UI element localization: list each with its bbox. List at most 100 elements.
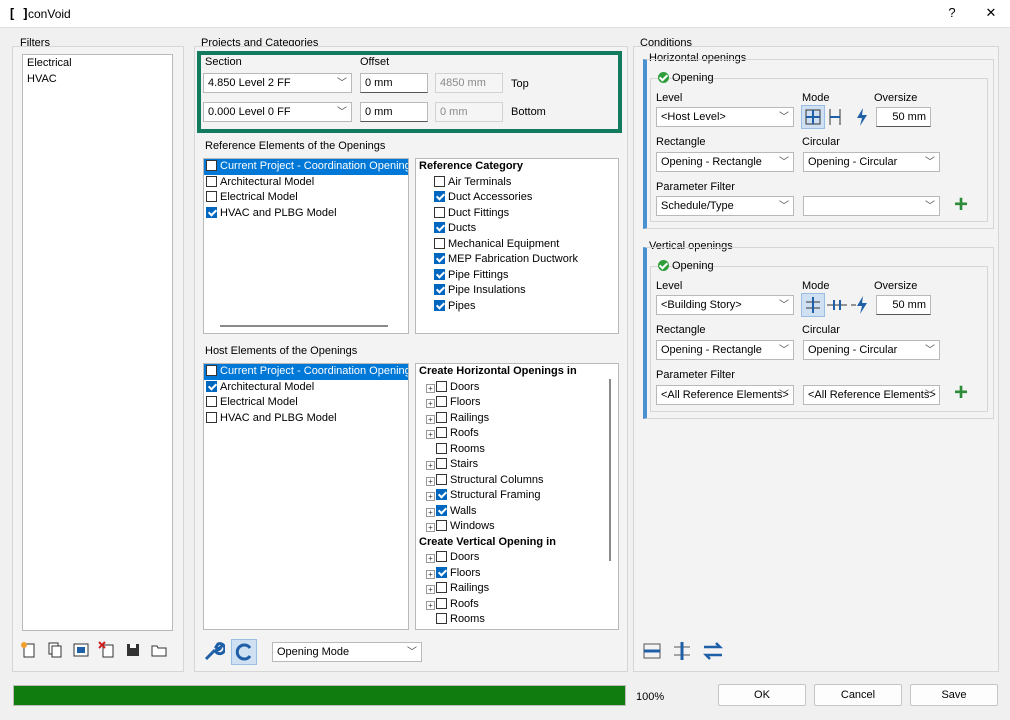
expand-icon[interactable]: +	[426, 600, 435, 610]
expand-icon[interactable]: +	[426, 523, 435, 532]
checkbox[interactable]	[436, 489, 447, 500]
expand-icon[interactable]: +	[426, 507, 435, 517]
checkbox[interactable]	[434, 191, 445, 202]
v-mode-host-button[interactable]	[801, 293, 825, 317]
vertical-opening-tree-item[interactable]: + Floors	[416, 566, 618, 582]
checkbox[interactable]	[436, 411, 447, 423]
h-circ-select[interactable]: Opening - Circular ﹀	[803, 152, 940, 172]
horizontal-opening-tree-item[interactable]: + Walls	[416, 504, 618, 520]
checkbox[interactable]	[206, 206, 217, 218]
checkbox[interactable]	[206, 160, 217, 171]
expand-icon[interactable]: +	[426, 569, 435, 579]
horizontal-opening-tree-item[interactable]: Rooms	[416, 442, 618, 458]
vertical-opening-tree-item[interactable]: + Roofs	[416, 597, 618, 613]
save-button[interactable]: Save	[910, 684, 998, 706]
v-add-filter-icon[interactable]: +	[954, 381, 968, 405]
checkbox[interactable]	[436, 551, 447, 562]
save-filter-icon[interactable]	[124, 641, 142, 659]
expand-icon[interactable]: +	[426, 461, 435, 470]
checkbox[interactable]	[434, 175, 445, 187]
bottom-offset-input[interactable]: 0 mm	[360, 102, 428, 122]
v-param1-select[interactable]: <All Reference Elements> ﹀	[656, 385, 794, 405]
reference-category-tree[interactable]: Reference Category Air Terminals Duct Acc…	[415, 158, 619, 334]
horizontal-opening-tree-item[interactable]: + Doors	[416, 380, 618, 396]
h-add-filter-icon[interactable]: +	[954, 193, 968, 217]
reference-category-tree-item[interactable]: Air Terminals	[416, 175, 618, 191]
reference-source-item[interactable]: Electrical Model	[204, 190, 408, 206]
horizontal-opening-toggle[interactable]: Opening	[658, 72, 714, 84]
rename-filter-icon[interactable]	[72, 641, 90, 659]
help-button[interactable]: ?	[942, 5, 962, 23]
vertical-opening-tree-item[interactable]: + Railings	[416, 581, 618, 597]
expand-icon[interactable]: +	[426, 399, 435, 408]
expand-icon[interactable]: +	[426, 430, 435, 439]
checkbox[interactable]	[434, 237, 445, 249]
h-mode-host-button[interactable]	[801, 105, 825, 129]
host-source-item[interactable]: Architectural Model	[204, 380, 408, 396]
h-level-select[interactable]: <Host Level> ﹀	[656, 107, 794, 127]
reference-source-item[interactable]: HVAC and PLBG Model	[204, 206, 408, 222]
swap-icon[interactable]	[701, 640, 725, 662]
checkbox[interactable]	[436, 613, 447, 624]
checkbox[interactable]	[436, 597, 447, 609]
v-rect-select[interactable]: Opening - Rectangle ﹀	[656, 340, 794, 360]
reference-category-tree-item[interactable]: Pipes	[416, 299, 618, 315]
cancel-button[interactable]: Cancel	[814, 684, 902, 706]
host-category-tree[interactable]: Create Horizontal Openings in + Doors + Flo…	[415, 363, 619, 630]
horizontal-opening-tree-item[interactable]: + Structural Columns	[416, 473, 618, 489]
v-mode-slab-icon[interactable]	[826, 296, 848, 314]
horizontal-opening-tree-item[interactable]: + Windows	[416, 519, 618, 535]
checkbox[interactable]	[436, 458, 447, 469]
vertical-opening-tree-item[interactable]: + Doors	[416, 550, 618, 566]
reference-category-tree-item[interactable]: Pipe Insulations	[416, 283, 618, 299]
delete-filter-icon[interactable]	[98, 641, 116, 659]
close-button[interactable]: ✕	[981, 5, 1001, 23]
horizontal-scrollbar[interactable]	[220, 325, 388, 327]
horizontal-opening-tree-item[interactable]: + Roofs	[416, 426, 618, 442]
reference-category-tree-item[interactable]: Ducts	[416, 221, 618, 237]
checkbox[interactable]	[434, 222, 445, 233]
h-mode-wall-icon[interactable]	[827, 107, 843, 127]
vertical-opening-toggle[interactable]: Opening	[658, 260, 714, 272]
checkbox[interactable]	[436, 396, 447, 407]
open-folder-icon[interactable]	[150, 641, 168, 659]
reference-sources-list[interactable]: Current Project - Coordination Openings A…	[203, 158, 409, 334]
checkbox[interactable]	[206, 365, 217, 376]
v-param2-select[interactable]: <All Reference Elements> ﹀	[803, 385, 940, 405]
checkbox[interactable]	[434, 299, 445, 311]
checkbox[interactable]	[434, 284, 445, 295]
horizontal-opening-tree-item[interactable]: + Structural Framing	[416, 488, 618, 504]
checkbox[interactable]	[434, 253, 445, 264]
expand-icon[interactable]: +	[426, 492, 435, 501]
h-param2-select[interactable]: ﹀	[803, 196, 940, 216]
v-circ-select[interactable]: Opening - Circular ﹀	[803, 340, 940, 360]
horizontal-opening-tree-item[interactable]: + Floors	[416, 395, 618, 411]
h-oversize-input[interactable]: 50 mm	[876, 107, 931, 127]
checkbox[interactable]	[206, 411, 217, 423]
expand-icon[interactable]: +	[426, 476, 435, 486]
refresh-button[interactable]	[231, 639, 257, 665]
host-source-item[interactable]: HVAC and PLBG Model	[204, 411, 408, 427]
h-rect-select[interactable]: Opening - Rectangle ﹀	[656, 152, 794, 172]
host-source-item[interactable]: Current Project - Coordination Openings	[204, 364, 408, 380]
horizontal-condition-icon[interactable]	[641, 640, 663, 662]
expand-icon[interactable]: +	[426, 554, 435, 563]
vertical-scrollbar[interactable]	[609, 379, 611, 561]
vertical-condition-icon[interactable]	[671, 640, 693, 662]
checkbox[interactable]	[436, 520, 447, 531]
checkbox[interactable]	[206, 396, 217, 407]
checkbox[interactable]	[436, 504, 447, 516]
checkbox[interactable]	[436, 442, 447, 454]
checkbox[interactable]	[434, 206, 445, 218]
filter-item-hvac[interactable]: HVAC	[23, 72, 172, 88]
opening-mode-select[interactable]: Opening Mode ﹀	[272, 642, 422, 662]
v-level-select[interactable]: <Building Story> ﹀	[656, 295, 794, 315]
reference-category-tree-item[interactable]: Mechanical Equipment	[416, 237, 618, 253]
reference-source-item[interactable]: Architectural Model	[204, 175, 408, 191]
v-lightning-icon[interactable]	[850, 295, 872, 315]
filter-item-electrical[interactable]: Electrical	[23, 56, 172, 72]
v-oversize-input[interactable]: 50 mm	[876, 295, 931, 315]
checkbox[interactable]	[436, 427, 447, 438]
checkbox[interactable]	[436, 380, 447, 392]
horizontal-opening-tree-item[interactable]: + Stairs	[416, 457, 618, 473]
